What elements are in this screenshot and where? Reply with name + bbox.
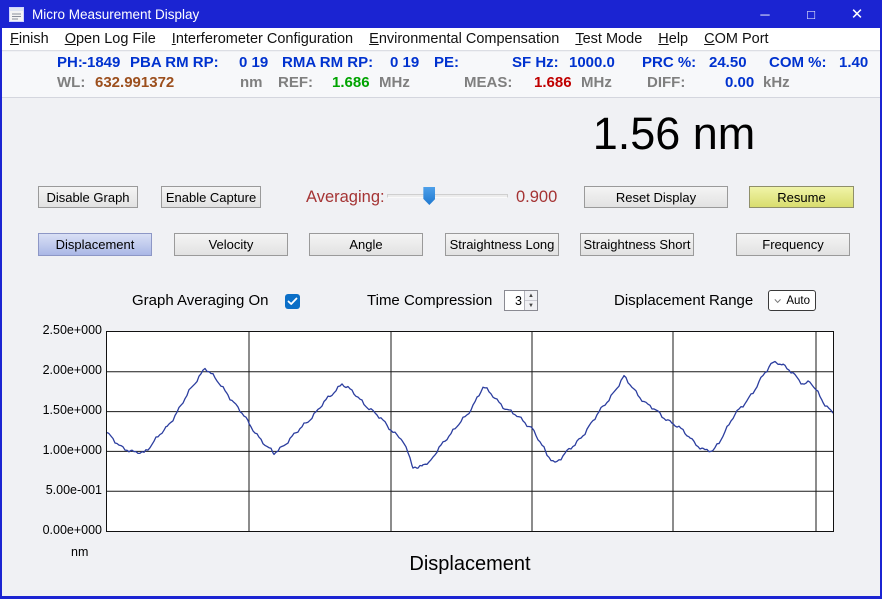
menu-item-interferometer-configuration[interactable]: Interferometer Configuration xyxy=(172,31,353,47)
spinner-value: 3 xyxy=(505,291,524,310)
status-pba-rm-rp: PBA RM RP: xyxy=(130,54,219,71)
tab-angle[interactable]: Angle xyxy=(309,233,423,256)
window-title: Micro Measurement Display xyxy=(32,7,742,22)
y-axis-tick-label: 1.50e+000 xyxy=(40,403,102,417)
app-icon xyxy=(9,7,24,22)
status-632-991372: 632.991372 xyxy=(95,74,174,91)
status-1000-0: 1000.0 xyxy=(569,54,615,71)
status-sf-hz: SF Hz: xyxy=(512,54,559,71)
y-axis-tick-label: 1.00e+000 xyxy=(40,443,102,457)
dropdown-value: Auto xyxy=(786,295,810,307)
chart-title: Displacement xyxy=(106,553,834,576)
y-axis-tick-label: 5.00e-001 xyxy=(40,483,102,497)
status-khz: kHz xyxy=(763,74,790,91)
y-axis-tick-label: 2.00e+000 xyxy=(40,363,102,377)
time-compression-spinner[interactable]: 3 ▲ ▼ xyxy=(504,290,538,311)
status-mhz: MHz xyxy=(379,74,410,91)
menu-item-help[interactable]: Help xyxy=(658,31,688,47)
maximize-button[interactable]: □ xyxy=(788,0,834,28)
status-panel: PH:-1849 PBA RM RP: 0 19 RMA RM RP: 0 19 PE: S… xyxy=(2,52,880,98)
tab-velocity[interactable]: Velocity xyxy=(174,233,288,256)
menu-item-com-port[interactable]: COM Port xyxy=(704,31,768,47)
averaging-slider-track[interactable] xyxy=(387,194,508,198)
tab-frequency[interactable]: Frequency xyxy=(736,233,850,256)
averaging-label: Averaging: xyxy=(306,188,385,207)
time-compression-label: Time Compression xyxy=(367,292,492,309)
y-axis-unit-label: nm xyxy=(71,545,88,559)
menu-item-open-log-file[interactable]: Open Log File xyxy=(65,31,156,47)
chart-plot xyxy=(106,331,834,532)
status-com: COM %: xyxy=(769,54,827,71)
status-diff: DIFF: xyxy=(647,74,685,91)
spinner-arrows: ▲ ▼ xyxy=(524,291,537,310)
displacement-range-dropdown[interactable]: Auto xyxy=(768,290,816,311)
y-axis-tick-label: 2.50e+000 xyxy=(40,323,102,337)
status-1849: -1849 xyxy=(82,54,120,71)
minimize-button[interactable]: ─ xyxy=(742,0,788,28)
status-24-50: 24.50 xyxy=(709,54,747,71)
status-0-00: 0.00 xyxy=(725,74,754,91)
y-axis-tick-label: 0.00e+000 xyxy=(40,523,102,537)
reset-display-button[interactable]: Reset Display xyxy=(584,186,728,208)
graph-averaging-checkbox[interactable] xyxy=(285,294,300,309)
menu-item-test-mode[interactable]: Test Mode xyxy=(575,31,642,47)
arrow-down-icon[interactable]: ▼ xyxy=(525,301,537,310)
reading-value: 1.56 nm xyxy=(554,108,794,160)
status-meas: MEAS: xyxy=(464,74,512,91)
tab-straightness-long[interactable]: Straightness Long xyxy=(445,233,559,256)
disable-graph-button[interactable]: Disable Graph xyxy=(38,186,138,208)
status-nm: nm xyxy=(240,74,263,91)
title-bar: Micro Measurement Display ─ □ ✕ xyxy=(2,0,880,28)
chart-canvas xyxy=(107,332,833,531)
status-ref: REF: xyxy=(278,74,313,91)
chevron-down-icon xyxy=(774,298,781,304)
status-ph: PH: xyxy=(57,54,83,71)
chart-series-line xyxy=(107,362,833,469)
status-mhz: MHz xyxy=(581,74,612,91)
status-1-40: 1.40 xyxy=(839,54,868,71)
menu-item-finish[interactable]: Finish xyxy=(10,31,49,47)
displacement-range-label: Displacement Range xyxy=(614,292,753,309)
averaging-slider-thumb[interactable] xyxy=(423,187,435,205)
status-1-686: 1.686 xyxy=(534,74,572,91)
enable-capture-button[interactable]: Enable Capture xyxy=(161,186,261,208)
status-rma-rm-rp: RMA RM RP: xyxy=(282,54,373,71)
resume-button[interactable]: Resume xyxy=(749,186,854,208)
menu-bar: Finish Open Log File Interferometer Config… xyxy=(2,28,880,51)
status-prc: PRC %: xyxy=(642,54,696,71)
status-1-686: 1.686 xyxy=(332,74,370,91)
status-pe: PE: xyxy=(434,54,459,71)
status-0-19: 0 19 xyxy=(390,54,419,71)
tab-straightness-short[interactable]: Straightness Short xyxy=(580,233,694,256)
close-button[interactable]: ✕ xyxy=(834,0,880,28)
tab-displacement[interactable]: Displacement xyxy=(38,233,152,256)
checkmark-icon xyxy=(287,297,298,306)
status-wl: WL: xyxy=(57,74,85,91)
averaging-value: 0.900 xyxy=(516,188,557,207)
graph-averaging-label: Graph Averaging On xyxy=(132,292,268,309)
arrow-up-icon[interactable]: ▲ xyxy=(525,291,537,301)
status-0-19: 0 19 xyxy=(239,54,268,71)
menu-item-environmental-compensation[interactable]: Environmental Compensation xyxy=(369,31,559,47)
app-window: Micro Measurement Display ─ □ ✕ Finish Op… xyxy=(0,0,882,599)
